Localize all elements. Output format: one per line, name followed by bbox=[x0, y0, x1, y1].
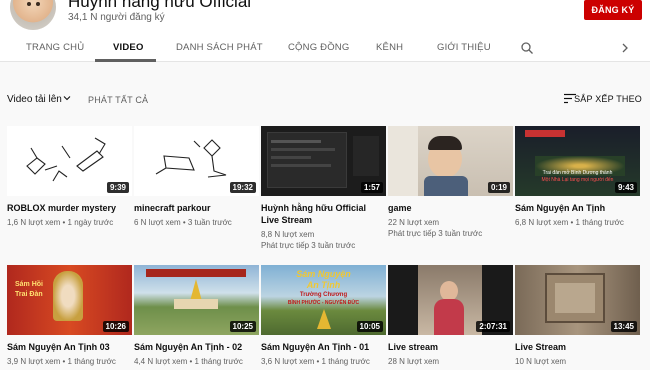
video-thumbnail[interactable]: Sám Nguyện An Tịnh Trường Chương BÌNH PH… bbox=[261, 265, 386, 335]
video-live-info: Phát trực tiếp 3 tuần trước bbox=[388, 229, 483, 238]
video-card[interactable]: Sám Hồi Trai Đàn 10:26 Sám Nguyện An Tịn… bbox=[7, 265, 132, 367]
video-meta: 6 N lượt xem • 3 tuần trước bbox=[134, 218, 232, 227]
tab-community[interactable]: CỘNG ĐỒNG bbox=[288, 42, 349, 53]
video-card[interactable]: 0:19 game 22 N lượt xem Phát trực tiếp 3… bbox=[388, 126, 513, 239]
video-meta: 3,6 N lượt xem • 1 tháng trước bbox=[261, 357, 370, 366]
video-title[interactable]: Live Stream bbox=[515, 341, 640, 353]
video-title[interactable]: Live stream bbox=[388, 341, 513, 353]
tab-playlists[interactable]: DANH SÁCH PHÁT bbox=[176, 42, 263, 53]
channel-name: Huỳnh hằng hữu Official bbox=[68, 0, 252, 11]
video-meta: 28 N lượt xem bbox=[388, 357, 440, 366]
thumbnail-caption: Trai Đàn bbox=[15, 291, 43, 298]
video-title[interactable]: Sám Nguyện An Tịnh bbox=[515, 202, 640, 214]
channel-tabs: TRANG CHỦ VIDEO DANH SÁCH PHÁT CỘNG ĐỒNG… bbox=[0, 36, 650, 62]
video-thumbnail[interactable]: 1:57 bbox=[261, 126, 386, 196]
video-thumbnail[interactable]: 9:39 bbox=[7, 126, 132, 196]
video-live-info: Phát trực tiếp 3 tuần trước bbox=[261, 241, 356, 250]
video-duration: 10:05 bbox=[356, 321, 383, 332]
tab-channels[interactable]: KÊNH bbox=[376, 42, 403, 53]
video-card[interactable]: 2:07:31 Live stream 28 N lượt xem bbox=[388, 265, 513, 367]
play-all-button[interactable]: PHÁT TẤT CẢ bbox=[88, 95, 148, 105]
video-duration: 9:39 bbox=[106, 182, 129, 193]
video-card[interactable]: Sám Nguyện An Tịnh Trường Chương BÌNH PH… bbox=[261, 265, 386, 367]
video-duration: 2:07:31 bbox=[476, 321, 510, 332]
sort-row: Video tải lên PHÁT TẤT CẢ SẮP XẾP THEO bbox=[0, 88, 650, 112]
video-duration: 0:19 bbox=[487, 182, 510, 193]
video-duration: 9:43 bbox=[614, 182, 637, 193]
video-thumbnail[interactable]: 0:19 bbox=[388, 126, 513, 196]
video-duration: 10:25 bbox=[229, 321, 256, 332]
video-title[interactable]: minecraft parkour bbox=[134, 202, 259, 214]
video-title[interactable]: Sám Nguyện An Tịnh - 02 bbox=[134, 341, 259, 353]
video-card[interactable]: 13:45 Live Stream 10 N lượt xem bbox=[515, 265, 640, 367]
video-thumbnail[interactable]: 10:25 bbox=[134, 265, 259, 335]
uploads-dropdown[interactable]: Video tải lên bbox=[7, 94, 62, 105]
video-title[interactable]: ROBLOX murder mystery bbox=[7, 202, 132, 214]
video-duration: 19:32 bbox=[229, 182, 256, 193]
video-thumbnail[interactable]: Trai đàn mở Bình Dương thành Một Nhà Lại… bbox=[515, 126, 640, 196]
video-card[interactable]: 10:25 Sám Nguyện An Tịnh - 02 4,4 N lượt… bbox=[134, 265, 259, 367]
search-icon[interactable] bbox=[520, 41, 534, 55]
video-thumbnail[interactable]: 19:32 bbox=[134, 126, 259, 196]
video-card[interactable]: Trai đàn mở Bình Dương thành Một Nhà Lại… bbox=[515, 126, 640, 228]
video-card[interactable]: 9:39 ROBLOX murder mystery 1,6 N lượt xe… bbox=[7, 126, 132, 228]
video-meta: 22 N lượt xem bbox=[388, 218, 440, 227]
video-meta: 1,6 N lượt xem • 1 ngày trước bbox=[7, 218, 114, 227]
thumbnail-caption: Sám Hồi bbox=[15, 281, 44, 288]
channel-header: Huỳnh hằng hữu Official 34,1 N người đăn… bbox=[0, 0, 650, 36]
tab-home[interactable]: TRANG CHỦ bbox=[26, 42, 84, 53]
thumbnail-caption: BÌNH PHƯỚC - NGUYỄN ĐỨC bbox=[287, 300, 360, 306]
video-meta: 10 N lượt xem bbox=[515, 357, 567, 366]
video-card[interactable]: 19:32 minecraft parkour 6 N lượt xem • 3… bbox=[134, 126, 259, 228]
thumbnail-caption: An Tịnh bbox=[306, 280, 341, 290]
thumbnail-caption: Trai đàn mở Bình Dương thành bbox=[542, 170, 613, 176]
video-card[interactable]: 1:57 Huỳnh hằng hữu Official Live Stream… bbox=[261, 126, 386, 251]
video-duration: 10:26 bbox=[102, 321, 129, 332]
subscriber-count: 34,1 N người đăng ký bbox=[68, 12, 165, 23]
thumbnail-caption: Trường Chương bbox=[299, 292, 348, 298]
video-meta: 4,4 N lượt xem • 1 tháng trước bbox=[134, 357, 243, 366]
video-meta: 8,8 N lượt xem bbox=[261, 230, 315, 239]
tab-about[interactable]: GIỚI THIỆU bbox=[437, 42, 491, 53]
subscribe-button[interactable]: ĐĂNG KÝ bbox=[584, 0, 642, 20]
video-title[interactable]: Sám Nguyện An Tịnh 03 bbox=[7, 341, 132, 353]
video-thumbnail[interactable]: 2:07:31 bbox=[388, 265, 513, 335]
channel-avatar[interactable] bbox=[10, 0, 56, 30]
video-thumbnail[interactable]: 13:45 bbox=[515, 265, 640, 335]
chevron-down-icon[interactable] bbox=[63, 94, 71, 102]
video-duration: 13:45 bbox=[610, 321, 637, 332]
thumbnail-caption: Sám Nguyện bbox=[296, 269, 351, 279]
video-meta: 6,8 N lượt xem • 1 tháng trước bbox=[515, 218, 624, 227]
active-tab-indicator bbox=[95, 59, 156, 62]
tab-videos[interactable]: VIDEO bbox=[113, 42, 144, 53]
video-meta: 3,9 N lượt xem • 1 tháng trước bbox=[7, 357, 116, 366]
video-duration: 1:57 bbox=[360, 182, 383, 193]
chevron-right-icon[interactable] bbox=[618, 41, 632, 55]
video-title[interactable]: game bbox=[388, 202, 513, 214]
video-title[interactable]: Sám Nguyện An Tịnh - 01 bbox=[261, 341, 386, 353]
sort-by-button[interactable]: SẮP XẾP THEO bbox=[574, 94, 642, 104]
video-title[interactable]: Huỳnh hằng hữu Official Live Stream bbox=[261, 202, 386, 226]
video-thumbnail[interactable]: Sám Hồi Trai Đàn 10:26 bbox=[7, 265, 132, 335]
